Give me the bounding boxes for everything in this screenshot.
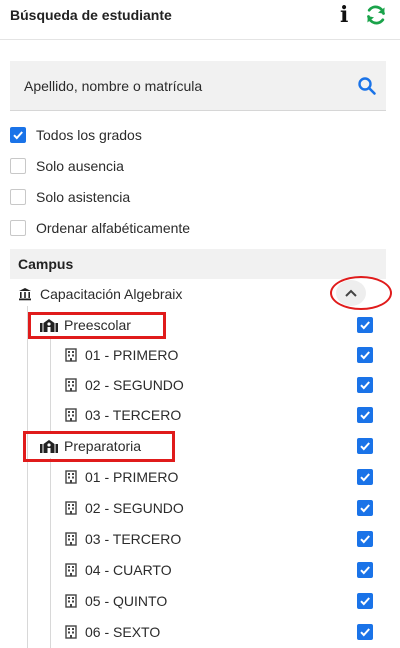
option-all-grades[interactable]: Todos los grados [10,123,142,147]
only-absence-checkbox[interactable] [10,158,26,174]
tree-node-grade[interactable]: 05 - QUINTO [65,586,167,616]
building-icon [65,532,77,546]
tree-guide-line [27,306,28,648]
grade-label: 02 - SEGUNDO [85,377,184,393]
grade-label: 04 - CUARTO [85,562,172,578]
grade-checkbox[interactable] [357,562,373,578]
building-icon [65,594,77,608]
search-input[interactable] [10,61,350,111]
building-icon [65,501,77,515]
grade-checkbox[interactable] [357,624,373,640]
building-icon [65,378,77,392]
option-label: Solo asistencia [36,189,131,205]
campus-section-header: Campus [10,249,386,279]
tree-node-grade[interactable]: 01 - PRIMERO [65,340,178,370]
search-box [10,61,386,111]
building-icon [65,625,77,639]
option-sort-alphabetically[interactable]: Ordenar alfabéticamente [10,216,190,240]
tree-node-grade[interactable]: 03 - TERCERO [65,400,181,430]
grade-checkbox[interactable] [357,347,373,363]
grade-label: 03 - TERCERO [85,531,182,547]
grade-label: 06 - SEXTO [85,624,161,640]
all-grades-checkbox[interactable] [10,127,26,143]
grade-checkbox[interactable] [357,500,373,516]
grade-checkbox[interactable] [357,377,373,393]
tree-node-grade[interactable]: 02 - SEGUNDO [65,370,184,400]
option-label: Ordenar alfabéticamente [36,220,191,236]
panel-title: Búsqueda de estudiante [10,7,172,23]
tree-node-grade[interactable]: 01 - PRIMERO [65,462,178,492]
building-icon [65,563,77,577]
school-checkbox[interactable] [357,317,373,333]
tree-guide-line [50,339,51,431]
school-checkbox[interactable] [357,438,373,454]
institution-icon [19,288,31,301]
option-label: Todos los grados [36,127,142,143]
only-attendance-checkbox[interactable] [10,189,26,205]
option-only-attendance[interactable]: Solo asistencia [10,185,130,209]
annotation-highlight-ellipse [330,276,392,310]
search-icon[interactable] [357,76,377,96]
refresh-icon[interactable] [364,3,388,27]
annotation-highlight-box [28,312,166,339]
tree-node-grade[interactable]: 02 - SEGUNDO [65,493,184,523]
building-icon [65,470,77,484]
grade-label: 01 - PRIMERO [85,347,179,363]
grade-label: 05 - QUINTO [85,593,168,609]
option-only-absence[interactable]: Solo ausencia [10,154,124,178]
grade-checkbox[interactable] [357,593,373,609]
grade-label: 01 - PRIMERO [85,469,179,485]
grade-checkbox[interactable] [357,531,373,547]
tree-node-campus[interactable]: Capacitación Algebraix [18,279,182,309]
annotation-highlight-box [23,431,175,462]
building-icon [65,348,77,362]
building-icon [65,408,77,422]
tree-node-grade[interactable]: 06 - SEXTO [65,617,160,647]
campus-heading: Campus [18,256,74,272]
tree-node-grade[interactable]: 04 - CUARTO [65,555,172,585]
sort-alphabetically-checkbox[interactable] [10,220,26,236]
grade-checkbox[interactable] [357,407,373,423]
option-label: Solo ausencia [36,158,124,174]
grade-label: 03 - TERCERO [85,407,182,423]
tree-node-grade[interactable]: 03 - TERCERO [65,524,181,554]
tree-guide-line [50,458,51,648]
grade-checkbox[interactable] [357,469,373,485]
panel-header: Búsqueda de estudiante i [0,0,400,40]
grade-label: 02 - SEGUNDO [85,500,184,516]
campus-name: Capacitación Algebraix [40,286,183,302]
info-icon[interactable]: i [340,2,348,28]
